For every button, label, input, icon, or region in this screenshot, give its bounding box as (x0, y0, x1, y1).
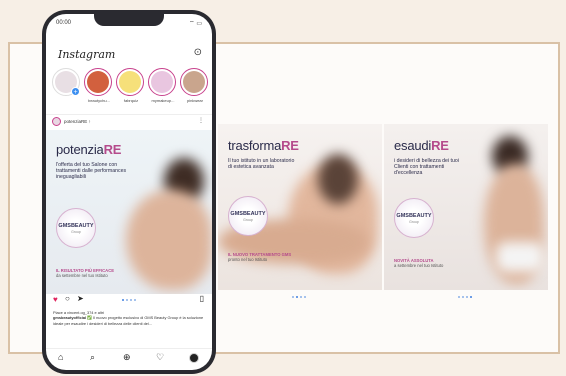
like-icon[interactable]: ♥ (53, 295, 58, 304)
slide-subtitle: Il tuo istituto in un laboratorio di est… (228, 158, 295, 171)
add-story-icon[interactable]: + (71, 87, 80, 96)
search-icon[interactable]: ⌕ (90, 352, 95, 363)
slide-title: esaudiRE (394, 138, 449, 153)
slide-footer: IL NUOVO TRATTAMENTO GMS pronto nel tuo I… (228, 252, 292, 262)
profile-avatar[interactable] (189, 353, 199, 363)
brand-logo: GMSBEAUTY Group (394, 198, 434, 238)
slide-title: trasformaRE (228, 138, 299, 153)
stories-bar: + beautychu... fabrquiz mymakeup... pink… (46, 66, 212, 112)
story-item[interactable]: pinkwear (180, 68, 210, 103)
activity-icon[interactable]: ♡ (156, 352, 164, 363)
pagination-dots (458, 296, 472, 298)
post-caption: Piace a vincent.og_374 e altri gmsbeauty… (53, 310, 204, 326)
story-item[interactable]: mymakeup... (148, 68, 178, 103)
smartphone-mockup: 00:00 ⌔ ▭ Instagram ⊙ + beautychu... fab… (42, 10, 216, 374)
post-header: potenziaRE ↑ ⋮ (46, 114, 212, 128)
slide-potenziare[interactable]: potenziaRE l'offerta del tuo Salone con … (46, 130, 212, 294)
bookmark-icon[interactable]: ▯ (200, 294, 204, 303)
pagination-dots (292, 296, 306, 298)
app-title: Instagram (58, 48, 116, 61)
slide-subtitle: l'offerta del tuo Salone con trattamenti… (56, 162, 127, 181)
avatar[interactable] (52, 117, 61, 126)
slide-subtitle: i desideri di bellezza dei tuoi Clienti … (394, 158, 459, 177)
comment-icon[interactable]: ○ (65, 294, 70, 303)
phone-notch (94, 14, 164, 26)
status-icons: ⌔ ▭ (189, 21, 202, 27)
post-username[interactable]: potenziaRE ↑ (64, 119, 91, 124)
brand-logo: GMSBEAUTY Group (228, 196, 268, 236)
slide-esaudire: esaudiRE i desideri di bellezza dei tuoi… (384, 124, 548, 290)
phone-screen: 00:00 ⌔ ▭ Instagram ⊙ + beautychu... fab… (46, 14, 212, 370)
story-item[interactable]: beautychu... (84, 68, 114, 103)
home-icon[interactable]: ⌂ (58, 352, 63, 362)
slide-footer: NOVITÀ ASSOLUTA a settembre nel tuo Istit… (394, 258, 444, 268)
brand-logo: GMSBEAUTY Group (56, 208, 96, 248)
add-post-icon[interactable]: ⊕ (123, 352, 131, 363)
pagination-dots (122, 299, 136, 301)
post-actions: ♥ ○ ➤ ▯ (46, 294, 212, 308)
story-item[interactable]: fabrquiz (116, 68, 146, 103)
bottom-tab-bar: ⌂ ⌕ ⊕ ♡ (46, 348, 212, 366)
slide-footer: IL RISULTATO PIÙ EFFICACE da settembre ne… (56, 268, 115, 278)
slide-trasformare: trasformaRE Il tuo istituto in un labora… (218, 124, 382, 290)
slide-title: potenziaRE (56, 142, 122, 157)
status-time: 00:00 (56, 20, 72, 26)
more-icon[interactable]: ⋮ (198, 117, 204, 124)
story-own[interactable]: + (52, 68, 82, 98)
share-icon[interactable]: ➤ (77, 294, 84, 303)
messenger-icon[interactable]: ⊙ (194, 47, 202, 58)
